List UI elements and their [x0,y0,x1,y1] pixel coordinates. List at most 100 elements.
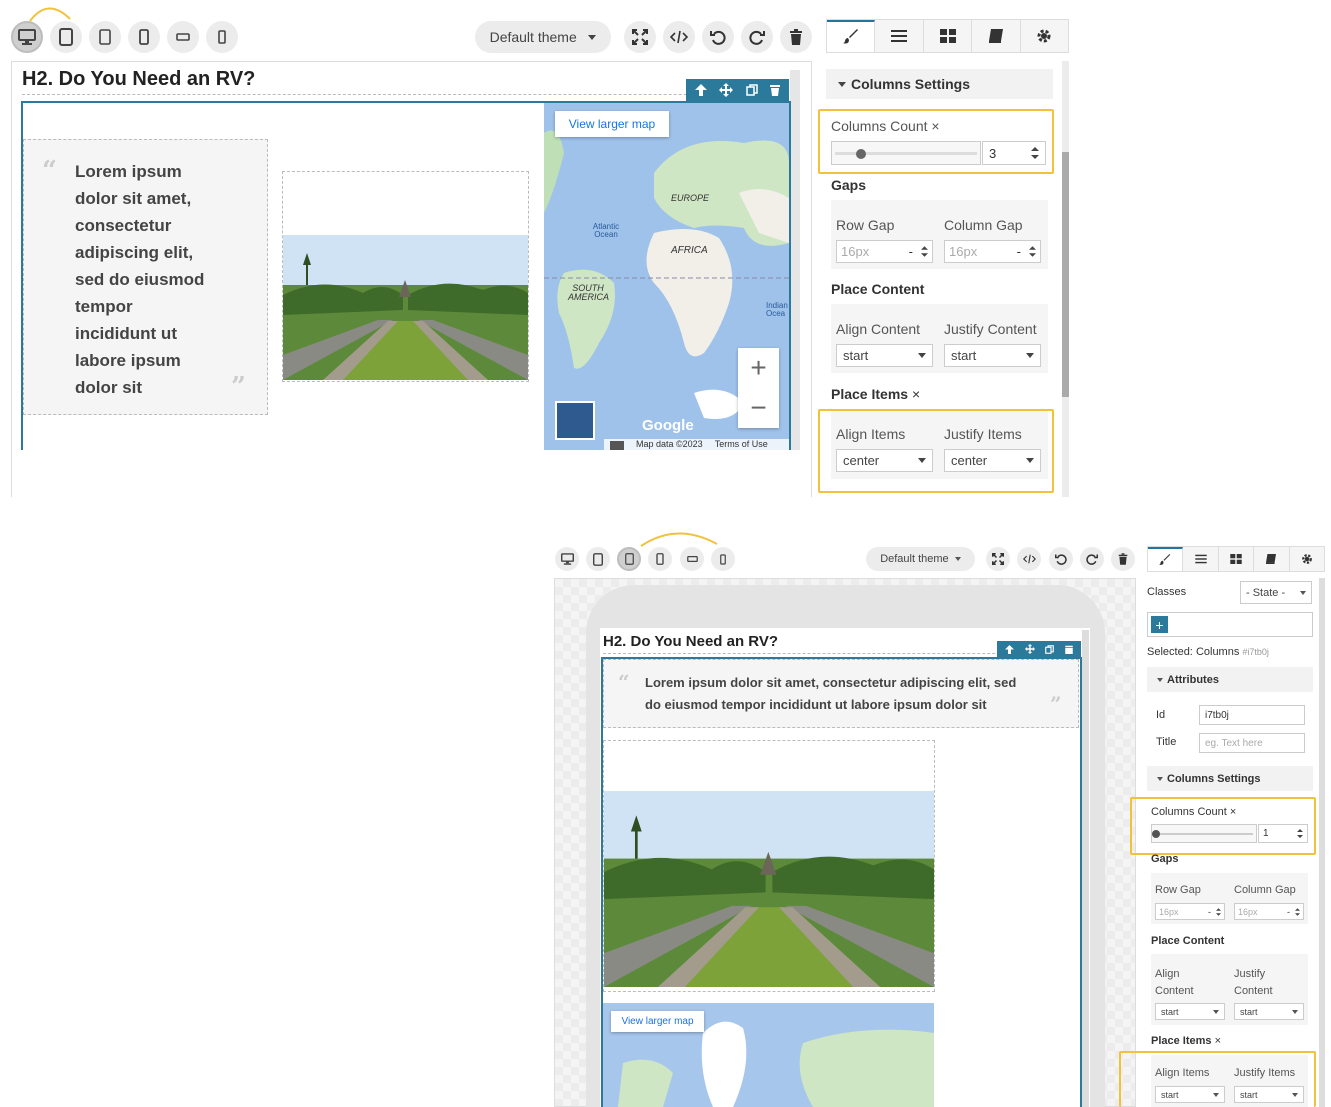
quote-block[interactable]: “ Lorem ipsum dolor sit amet, consectetu… [23,139,268,415]
clear-icon[interactable]: × [1215,1035,1221,1047]
undo-button[interactable] [1049,547,1073,571]
garden-image[interactable] [283,235,528,380]
arrow-up-icon[interactable] [695,84,708,96]
fullscreen-button[interactable] [624,21,656,53]
chevron-down-icon [588,34,597,40]
theme-select[interactable]: Default theme [866,547,975,571]
canvas-scrollbar[interactable] [1082,630,1089,1107]
move-icon[interactable] [1024,644,1035,654]
attributes-header[interactable]: Attributes [1147,667,1313,692]
tab-blocks[interactable] [923,20,973,52]
move-icon[interactable] [719,83,734,97]
map-embed[interactable]: View larger map [603,1003,934,1107]
arrow-up-icon[interactable] [1005,644,1015,654]
device-mobile-landscape-button[interactable] [128,21,160,53]
redo-button[interactable] [1080,547,1104,571]
tab-style-manager[interactable] [1148,547,1184,571]
title-input[interactable]: eg. Text here [1199,733,1305,753]
quote-text: Lorem ipsum dolor sit amet, consectetur … [645,675,1017,712]
justify-content-select[interactable]: start [1234,1003,1304,1020]
column-gap-unit[interactable]: - [1017,244,1021,259]
device-mobile-landscape-button[interactable] [648,547,672,571]
device-tablet-landscape-button[interactable] [89,21,121,53]
canvas-scrollbar[interactable] [790,70,800,450]
justify-content-select[interactable]: start [944,344,1041,367]
garden-image[interactable] [604,791,934,987]
redo-button[interactable] [741,21,773,53]
copy-icon[interactable] [1045,644,1055,654]
tab-style-manager[interactable] [827,20,876,52]
column-gap-unit[interactable]: - [1287,907,1290,917]
column-gap-input[interactable]: 16px - [944,240,1041,263]
tab-settings[interactable] [1020,20,1069,52]
tab-pages[interactable] [1254,547,1290,571]
panel-scrollbar[interactable] [1319,578,1325,1107]
align-content-select[interactable]: start [1155,1003,1225,1020]
code-view-button[interactable] [1017,547,1041,571]
tab-pages[interactable] [972,20,1021,52]
device-tablet-button[interactable] [586,547,610,571]
copy-icon[interactable] [745,84,758,96]
add-class-button[interactable]: + [1151,616,1168,633]
row-gap-input[interactable]: 16px - [1155,903,1225,920]
device-tablet-landscape-button[interactable] [617,547,641,571]
spinner-icon[interactable] [921,246,928,257]
row-gap-label: Row Gap [1155,884,1201,896]
tab-layer-manager[interactable] [1183,547,1219,571]
view-larger-map-link[interactable]: View larger map [611,1011,704,1032]
device-mobile-portrait-button[interactable] [206,21,238,53]
theme-select[interactable]: Default theme [475,21,611,53]
row-gap-unit[interactable]: - [1208,907,1211,917]
column-gap-input[interactable]: 16px - [1234,903,1304,920]
device-mobile-portrait-button[interactable] [711,547,735,571]
spinner-icon[interactable] [1295,907,1300,916]
device-desktop-button[interactable] [11,21,43,53]
undo-button[interactable] [702,21,734,53]
garden-image-graphic [604,791,934,987]
device-tablet-button[interactable] [50,21,82,53]
columns-settings-header[interactable]: Columns Settings [826,69,1053,99]
code-icon [670,30,688,44]
device-mobile-horizontal-button[interactable] [167,21,199,53]
zoom-in-button[interactable]: + [738,348,779,388]
satellite-toggle[interactable] [555,401,595,440]
state-select[interactable]: - State - [1240,581,1312,604]
trash-icon[interactable] [1065,645,1073,654]
view-larger-map-link[interactable]: View larger map [555,111,669,137]
zoom-out-button[interactable]: − [738,388,779,428]
caret-down-icon [1157,776,1163,781]
row-gap-unit[interactable]: - [909,244,913,259]
id-input[interactable]: i7tb0j [1199,705,1305,725]
classes-container: + [1147,612,1313,637]
highlight-columns-count [818,109,1054,174]
spinner-icon[interactable] [1029,246,1036,257]
spinner-icon[interactable] [1216,907,1221,916]
clear-canvas-button[interactable] [780,21,812,53]
chevron-down-icon [1292,1009,1298,1014]
device-desktop-button[interactable] [555,547,579,571]
clear-icon[interactable]: × [912,386,920,402]
trash-icon[interactable] [769,84,780,96]
justify-content-label: Justify Content [1234,968,1273,997]
device-mobile-horizontal-button[interactable] [680,547,704,571]
redo-icon [749,30,765,45]
align-content-select[interactable]: start [836,344,933,367]
page-heading[interactable]: H2. Do You Need an RV? [22,64,787,95]
tab-settings[interactable] [1289,547,1325,571]
quote-block[interactable]: “ Lorem ipsum dolor sit amet, consectetu… [603,659,1079,728]
tab-layer-manager[interactable] [875,20,924,52]
row-gap-input[interactable]: 16px - [836,240,933,263]
columns-settings-header[interactable]: Columns Settings [1147,766,1313,791]
tab-blocks[interactable] [1218,547,1255,571]
panel-scrollbar[interactable] [1062,152,1069,397]
book-icon [988,29,1003,43]
theme-label: Default theme [489,29,577,45]
caret-down-icon [838,81,846,87]
code-view-button[interactable] [663,21,695,53]
map-embed[interactable]: EUROPE AFRICA SOUTH AMERICA Atlantic Oce… [544,103,789,450]
keyboard-icon[interactable] [610,441,624,450]
terms-link[interactable]: Terms of Use [715,439,768,450]
fullscreen-button[interactable] [986,547,1010,571]
clear-canvas-button[interactable] [1111,547,1135,571]
trash-icon [1118,553,1128,565]
